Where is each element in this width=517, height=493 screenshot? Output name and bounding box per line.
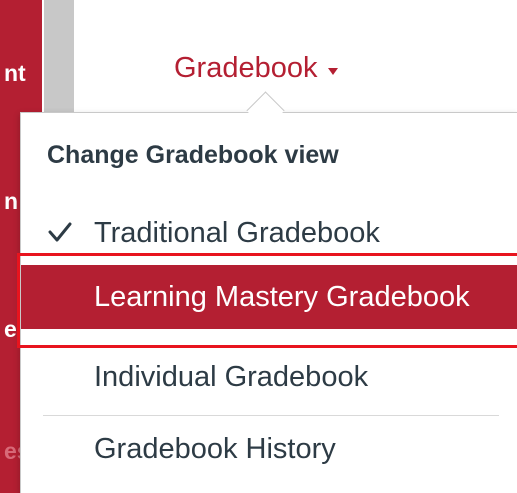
gradebook-view-menu: Change Gradebook view Traditional Gradeb… (20, 112, 517, 493)
nav-item-fragment[interactable]: e (4, 318, 17, 341)
menu-separator (43, 415, 499, 416)
gradebook-screenshot: nt n e es Gradebook Change Gradebook vie… (0, 0, 517, 493)
gradebook-button-label: Gradebook (174, 52, 318, 84)
menu-item-individual-gradebook[interactable]: Individual Gradebook (21, 345, 517, 409)
menu-item-label: Traditional Gradebook (94, 216, 380, 249)
checkmark-icon (48, 222, 72, 242)
gradebook-menu-button[interactable]: Gradebook (174, 52, 338, 85)
nav-item-fragment[interactable]: nt (4, 62, 26, 85)
menu-item-traditional-gradebook[interactable]: Traditional Gradebook (21, 201, 517, 265)
nav-item-fragment[interactable]: n (4, 190, 18, 213)
menu-heading: Change Gradebook view (47, 141, 339, 169)
page-header: Gradebook (74, 0, 517, 116)
menu-item-label: Gradebook History (94, 432, 336, 465)
menu-item-learning-mastery-gradebook[interactable]: Learning Mastery Gradebook (21, 265, 517, 329)
caret-down-icon (327, 68, 338, 75)
menu-item-label: Individual Gradebook (94, 360, 369, 393)
menu-item-label: Learning Mastery Gradebook (94, 280, 470, 313)
menu-item-gradebook-history[interactable]: Gradebook History (21, 417, 517, 481)
